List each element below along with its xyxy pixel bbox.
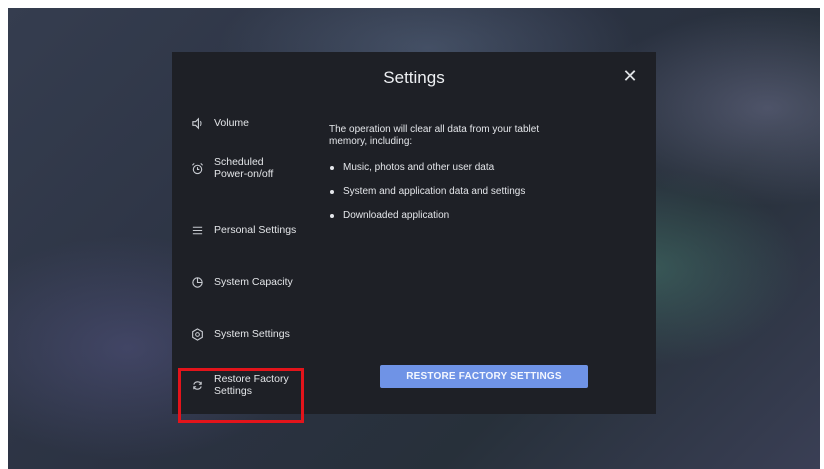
- restore-description: The operation will clear all data from y…: [329, 124, 540, 147]
- list-item: System and application data and settings: [329, 186, 629, 198]
- sliders-icon: [190, 223, 204, 237]
- sidebar-item-volume[interactable]: Volume: [182, 116, 307, 130]
- selection-highlight: [178, 368, 304, 423]
- sidebar-item-system-capacity[interactable]: System Capacity: [182, 275, 307, 289]
- sidebar-item-personal-settings[interactable]: Personal Settings: [182, 223, 307, 237]
- restore-content-panel: The operation will clear all data from y…: [329, 124, 629, 234]
- sidebar-item-label: Scheduled Power-on/off: [214, 156, 274, 180]
- sidebar-item-label: Volume: [214, 117, 250, 129]
- sidebar-item-label: Personal Settings: [214, 224, 297, 236]
- pie-chart-icon: [190, 275, 204, 289]
- alarm-clock-icon: [190, 161, 204, 175]
- close-button[interactable]: ✕: [620, 66, 640, 86]
- data-list: Music, photos and other user data System…: [329, 162, 629, 222]
- list-item: Downloaded application: [329, 210, 629, 222]
- sidebar-item-scheduled-power[interactable]: Scheduled Power-on/off: [182, 156, 307, 180]
- volume-icon: [190, 116, 204, 130]
- sidebar-item-system-settings[interactable]: System Settings: [182, 327, 307, 341]
- list-item: Music, photos and other user data: [329, 162, 629, 174]
- sidebar-item-label: System Capacity: [214, 276, 293, 288]
- settings-dialog: Settings ✕ Volume Scheduled Power-on/off…: [172, 52, 656, 414]
- restore-factory-settings-button[interactable]: RESTORE FACTORY SETTINGS: [380, 365, 588, 388]
- close-icon: ✕: [622, 66, 638, 86]
- gear-icon: [190, 327, 204, 341]
- dialog-title: Settings: [383, 68, 445, 87]
- sidebar-item-label: System Settings: [214, 328, 290, 340]
